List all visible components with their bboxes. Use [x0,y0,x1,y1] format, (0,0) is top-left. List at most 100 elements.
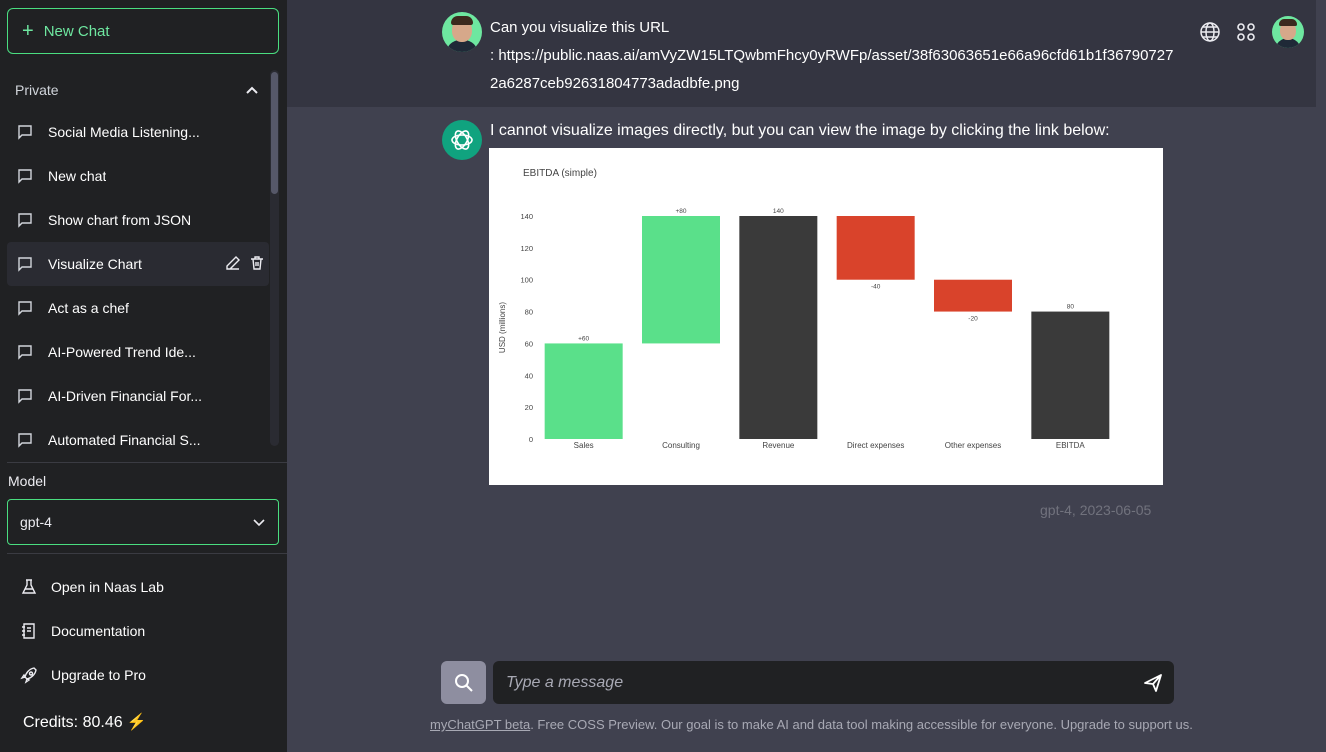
y-tick-label: 0 [529,435,533,444]
rocket-icon [20,667,37,684]
chat-bubble-icon [18,169,32,184]
chat-item[interactable]: AI-Powered Trend Ide... [7,330,269,374]
link-label: Open in Naas Lab [51,579,164,595]
y-tick-label: 100 [520,276,533,285]
model-select[interactable]: gpt-4 [7,499,279,545]
chat-item-label: Show chart from JSON [48,212,192,228]
search-icon [454,673,473,692]
apps-grid-icon[interactable] [1234,20,1258,44]
credits-value: Credits: 80.46 [23,714,123,731]
assistant-message: I cannot visualize images directly, but … [490,122,1110,139]
chat-item[interactable]: Act as a chef [7,286,269,330]
upgrade-to-pro-link[interactable]: Upgrade to Pro [20,666,146,684]
y-tick-label: 20 [525,403,533,412]
y-tick-label: 40 [525,371,533,380]
user-message-text: Can you visualize this URL [490,19,670,36]
chat-item[interactable]: Social Media Listening... [7,110,269,154]
chat-item-label: Automated Financial S... [48,432,201,448]
data-label: -40 [871,284,881,291]
chart-bar [739,216,818,439]
y-tick-label: 60 [525,339,533,348]
chat-bubble-icon [18,345,32,360]
book-icon [22,623,35,639]
chat-bubble-icon [18,257,32,272]
assistant-avatar [442,120,482,160]
chat-item[interactable]: New chat [7,154,269,198]
data-label: +60 [578,335,589,342]
chat-bubble-icon [18,213,32,228]
openai-logo-icon [451,130,473,150]
scroll-thumb[interactable] [271,72,278,194]
message-input[interactable] [493,661,1174,704]
data-label: -20 [968,316,978,323]
footer: myChatGPT beta. Free COSS Preview. Our g… [430,717,1193,732]
flask-icon [21,579,37,594]
message-meta: gpt-4, 2023-06-05 [1040,502,1152,518]
chat-item[interactable]: AI-Driven Financial For... [7,374,269,418]
model-value: gpt-4 [20,514,52,530]
link-label: Documentation [51,623,146,639]
private-section-header[interactable]: Private [15,82,259,98]
data-label: 140 [773,208,784,215]
section-title: Private [15,82,59,98]
chat-item[interactable]: Automated Financial S... [7,418,269,456]
y-axis-label: USD (millions) [498,302,507,353]
chart-bar [1031,311,1110,439]
mychatgpt-beta-link[interactable]: myChatGPT beta [430,717,530,732]
open-in-naas-lab-link[interactable]: Open in Naas Lab [20,578,164,596]
credits: Credits: 80.46 ⚡ [23,712,147,732]
chat-item-label: New chat [48,168,107,184]
chart-image: EBITDA (simple) USD (millions) 0 20 40 60 80 10… [489,148,1163,485]
chat-item[interactable]: Show chart from JSON [7,198,269,242]
chat-list: Social Media Listening... New chat Show … [7,110,269,456]
chevron-down-icon [253,519,265,527]
chat-item-label: Social Media Listening... [48,124,200,140]
new-chat-button[interactable]: + New Chat [7,8,279,54]
new-chat-label: New Chat [43,22,110,40]
globe-icon[interactable] [1198,20,1222,44]
data-label: +80 [675,208,686,215]
chat-bubble-icon [18,433,32,448]
sidebar-scrollbar[interactable] [270,70,279,446]
chevron-up-icon[interactable] [245,83,259,97]
waterfall-chart: EBITDA (simple) USD (millions) 0 20 40 60 80 10… [498,168,1110,450]
sidebar: + New Chat Private Social Media Listenin… [0,0,287,752]
profile-avatar[interactable] [1272,16,1304,48]
plus-icon: + [22,20,34,42]
chat-bubble-icon [18,301,32,316]
search-button[interactable] [441,661,486,704]
chart-bar [934,279,1012,312]
chart-bar [642,216,720,344]
link-label: Upgrade to Pro [51,667,146,683]
x-tick-label: Revenue [762,441,795,450]
chat-item-active[interactable]: Visualize Chart [7,242,269,286]
user-message: Can you visualize this URL : https://pub… [490,14,1180,98]
chat-item-label: AI-Driven Financial For... [48,388,203,404]
chat-bubble-icon [18,125,32,140]
x-tick-label: Consulting [662,441,700,450]
trash-icon[interactable] [249,255,265,271]
x-tick-label: Direct expenses [847,441,904,450]
header-actions [1198,20,1258,44]
chat-item-actions [225,255,265,271]
user-avatar [442,12,482,52]
chart-bar [836,216,915,280]
user-message-url[interactable]: : https://public.naas.ai/amVyZW15LTQwbmF… [490,42,1180,98]
footer-text: . Free COSS Preview. Our goal is to make… [530,717,1193,732]
x-tick-label: Other expenses [945,441,1001,450]
x-tick-label: Sales [574,441,594,450]
data-label: 80 [1067,304,1075,311]
send-icon[interactable] [1142,672,1164,694]
y-tick-label: 140 [520,212,533,221]
chat-item-label: Act as a chef [48,300,129,316]
lightning-icon: ⚡ [126,714,147,731]
documentation-link[interactable]: Documentation [20,622,145,640]
divider [7,462,287,463]
chat-item-label: Visualize Chart [48,256,142,272]
y-tick-label: 80 [525,308,533,317]
edit-icon[interactable] [225,255,241,271]
app-root: + New Chat Private Social Media Listenin… [0,0,1326,752]
y-tick-label: 120 [520,244,533,253]
chart-title: EBITDA (simple) [523,168,597,179]
chart-bar [544,343,623,439]
